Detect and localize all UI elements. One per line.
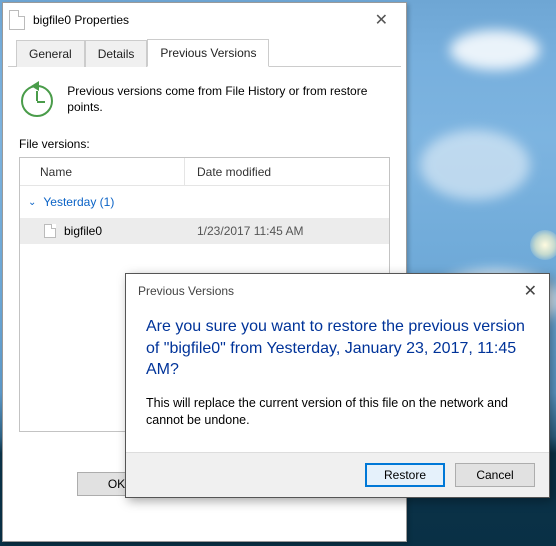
version-item-name: bigfile0 [64,224,102,238]
group-label: Yesterday (1) [43,195,114,209]
close-icon[interactable]: ✕ [363,6,400,34]
titlebar[interactable]: bigfile0 Properties ✕ [3,3,406,37]
dialog-titlebar[interactable]: Previous Versions ✕ [126,274,549,308]
dialog-info: This will replace the current version of… [146,395,529,430]
intro-text: Previous versions come from File History… [67,83,390,119]
history-icon [19,83,53,119]
tab-strip: General Details Previous Versions [8,37,401,67]
version-item-selected[interactable]: bigfile0 1/23/2017 11:45 AM [20,218,389,244]
list-header: Name Date modified [20,158,389,186]
tab-general[interactable]: General [16,40,85,67]
tab-details[interactable]: Details [85,40,148,67]
dialog-question: Are you sure you want to restore the pre… [146,316,529,381]
restore-button[interactable]: Restore [365,463,445,487]
restore-confirm-dialog: Previous Versions ✕ Are you sure you wan… [125,273,550,498]
file-versions-label: File versions: [19,137,390,151]
version-item-date: 1/23/2017 11:45 AM [185,224,389,238]
file-icon [44,224,56,238]
dialog-buttons: Restore Cancel [126,452,549,497]
close-icon[interactable]: ✕ [524,281,537,301]
tab-previous-versions[interactable]: Previous Versions [147,39,269,67]
chevron-down-icon: ⌄ [28,197,36,208]
cancel-button[interactable]: Cancel [455,463,535,487]
window-title: bigfile0 Properties [33,13,129,27]
file-icon [9,10,25,30]
group-yesterday[interactable]: ⌄ Yesterday (1) [20,186,389,218]
column-header-name[interactable]: Name [20,158,185,186]
column-header-date[interactable]: Date modified [185,158,389,186]
dialog-title: Previous Versions [138,284,234,298]
